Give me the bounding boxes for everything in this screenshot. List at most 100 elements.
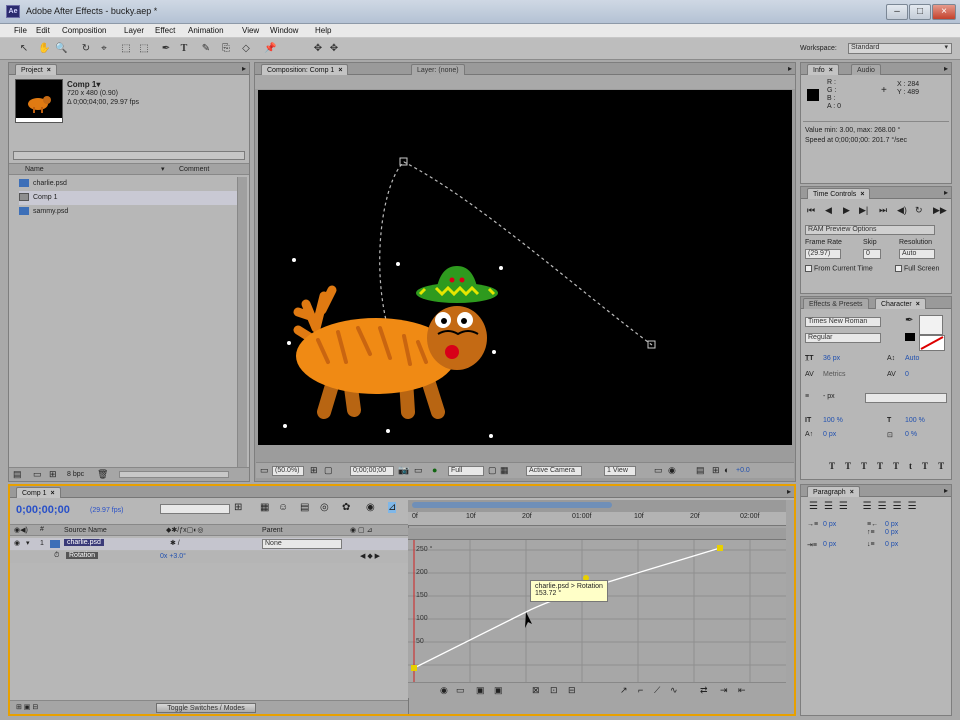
close-tab-icon[interactable]: ×: [51, 490, 55, 497]
menu-window[interactable]: Window: [270, 26, 298, 35]
fit-all-icon[interactable]: ⊡: [550, 685, 558, 696]
rotate-tool-icon[interactable]: ↻: [80, 42, 92, 55]
kerning-value[interactable]: Metrics: [823, 371, 846, 378]
column-source-name[interactable]: Source Name: [64, 527, 107, 534]
channel-icon[interactable]: ●: [432, 465, 437, 475]
hide-shy-icon[interactable]: ☺: [278, 502, 288, 513]
stopwatch-icon[interactable]: ⏱: [54, 552, 59, 560]
checkbox-box[interactable]: [895, 265, 902, 272]
pen-tool-icon[interactable]: ✒: [160, 42, 172, 55]
ram-preview-icon[interactable]: ▶▶: [933, 205, 947, 216]
font-family-dropdown[interactable]: Times New Roman: [805, 317, 881, 327]
frame-rate-dropdown[interactable]: (29.97): [805, 249, 841, 259]
magnification-dropdown[interactable]: (50.0%): [272, 466, 304, 476]
workspace-dropdown[interactable]: Standard ▾: [848, 43, 952, 54]
last-frame-icon[interactable]: ⏭: [879, 205, 887, 216]
tab-info[interactable]: Info ×: [807, 64, 839, 75]
menu-edit[interactable]: Edit: [36, 26, 50, 35]
graph-type-icon[interactable]: ▭: [456, 685, 465, 696]
fast-previews-icon[interactable]: ◉: [668, 465, 676, 476]
graph-editor-icon[interactable]: ⊿: [388, 502, 397, 513]
indent-right-value[interactable]: 0 px: [885, 521, 898, 528]
clone-stamp-tool-icon[interactable]: ⎘: [220, 42, 232, 55]
checkbox-box[interactable]: [805, 265, 812, 272]
puppet-tool-icon[interactable]: 📌: [264, 42, 276, 55]
close-tab-icon[interactable]: ×: [47, 67, 51, 74]
keyframe-navigator-icon[interactable]: ◀ ◆ ▶: [360, 552, 380, 560]
current-time-field[interactable]: 0;00;00;00: [350, 466, 394, 476]
minimize-button[interactable]: –: [886, 4, 908, 20]
pixel-aspect-icon[interactable]: ▭: [654, 465, 663, 476]
property-value[interactable]: 0x +3.0°: [160, 553, 186, 560]
property-row[interactable]: ⏱ Rotation 0x +3.0° ◀ ◆ ▶: [10, 551, 408, 563]
selection-tool-icon[interactable]: ↖: [18, 42, 30, 55]
hold-keyframe-icon[interactable]: ⌐: [638, 685, 643, 695]
flowchart-icon[interactable]: ⊞: [712, 465, 720, 476]
current-time-display[interactable]: 0;00;00;00: [16, 504, 70, 516]
transparency-grid-icon[interactable]: ▦: [500, 465, 509, 476]
mask-tool-icon[interactable]: ⬚: [138, 42, 150, 55]
hand-tool-icon[interactable]: ✋: [38, 42, 50, 55]
grid-icon[interactable]: ⊞: [310, 465, 318, 476]
timeline-search-input[interactable]: [160, 504, 230, 514]
superscript-button[interactable]: T: [922, 461, 938, 471]
preview-options-dropdown[interactable]: RAM Preview Options: [805, 225, 935, 235]
resolution-dropdown[interactable]: Full: [448, 466, 484, 476]
tab-character[interactable]: Character ×: [875, 298, 926, 309]
resolution-dropdown[interactable]: Auto: [899, 249, 935, 259]
skip-field[interactable]: 0: [863, 249, 881, 259]
project-search-input[interactable]: [13, 151, 245, 160]
tab-time-controls[interactable]: Time Controls ×: [807, 188, 871, 199]
view-layout-dropdown[interactable]: 1 View: [604, 466, 636, 476]
play-icon[interactable]: ▶: [843, 205, 850, 216]
tab-layer[interactable]: Layer: (none): [411, 64, 465, 75]
show-snapshot-icon[interactable]: ▭: [414, 465, 423, 476]
panel-menu-icon[interactable]: ▸: [944, 486, 948, 495]
show-transform-box-icon[interactable]: ▣: [476, 685, 485, 696]
previous-frame-icon[interactable]: ◀: [825, 205, 832, 216]
zoom-tool-icon[interactable]: 🔍: [55, 42, 67, 55]
tab-audio[interactable]: Audio: [851, 64, 881, 75]
small-caps-button[interactable]: Tt: [893, 461, 922, 471]
pan-behind-tool-icon[interactable]: ⬚: [120, 42, 132, 55]
subscript-button[interactable]: T: [938, 461, 954, 471]
layer-name[interactable]: charlie.psd: [64, 539, 104, 546]
close-tab-icon[interactable]: ×: [850, 489, 854, 496]
auto-keyframe-icon[interactable]: ◉: [366, 502, 375, 513]
choose-property-icon[interactable]: ◉: [440, 685, 448, 696]
close-tab-icon[interactable]: ×: [338, 67, 342, 74]
font-style-dropdown[interactable]: Regular: [805, 333, 881, 343]
text-style-buttons[interactable]: TTTTTtTT: [829, 461, 954, 471]
value-graph[interactable]: [408, 540, 786, 682]
column-name[interactable]: Name: [25, 166, 44, 173]
all-caps-button[interactable]: TT: [861, 461, 893, 471]
draft-3d-icon[interactable]: ▦: [260, 502, 269, 513]
new-folder-icon[interactable]: ▭: [33, 469, 42, 480]
snap-icon[interactable]: ▣: [494, 685, 503, 696]
panel-menu-icon[interactable]: ▸: [787, 487, 791, 496]
exposure-reset-icon[interactable]: ◐: [724, 465, 729, 475]
frame-blending-icon[interactable]: ▤: [300, 502, 309, 513]
column-comment[interactable]: Comment: [179, 166, 209, 173]
space-after-value[interactable]: 0 px: [885, 541, 898, 548]
layer-switches-icon[interactable]: ⊞ ▣ ⊟: [16, 703, 38, 711]
expand-triangle-icon[interactable]: ▾: [26, 539, 30, 547]
close-tab-icon[interactable]: ×: [916, 301, 920, 308]
work-area-range[interactable]: [412, 502, 612, 508]
chevron-down-icon[interactable]: ▾: [161, 165, 165, 173]
camera-dropdown[interactable]: Active Camera: [526, 466, 582, 476]
project-item-sammy[interactable]: sammy.psd: [19, 205, 245, 219]
mask-visibility-icon[interactable]: ▢: [324, 465, 333, 476]
close-tab-icon[interactable]: ×: [829, 67, 833, 74]
tab-project[interactable]: Project ×: [15, 64, 57, 75]
eye-icon[interactable]: ◉: [14, 539, 20, 547]
interpret-footage-icon[interactable]: ▤: [13, 469, 22, 480]
close-button[interactable]: ×: [932, 4, 956, 20]
eyedropper-icon[interactable]: ✒: [905, 315, 913, 326]
horizontal-scrollbar[interactable]: [119, 471, 229, 478]
tab-effects-presets[interactable]: Effects & Presets: [803, 298, 869, 309]
fill-color-swatch[interactable]: [919, 315, 943, 335]
from-current-time-checkbox[interactable]: From Current Time: [805, 265, 873, 272]
tsume-value[interactable]: 0 %: [905, 431, 917, 438]
easy-ease-out-icon[interactable]: ⇤: [738, 685, 746, 696]
